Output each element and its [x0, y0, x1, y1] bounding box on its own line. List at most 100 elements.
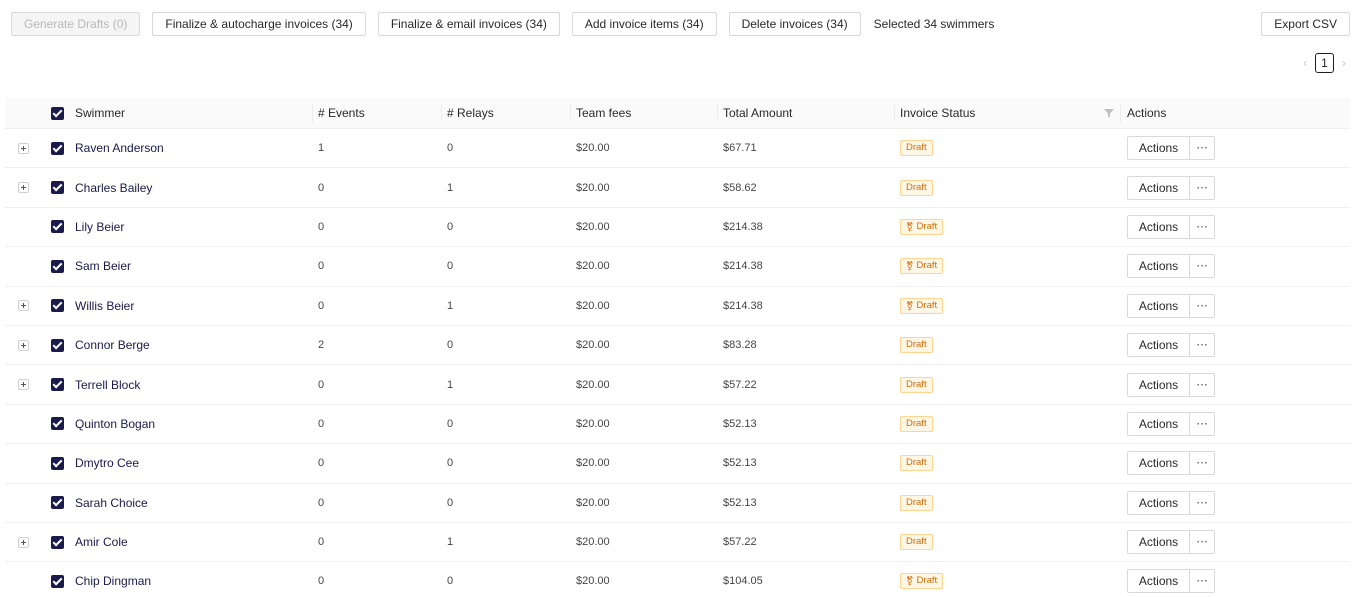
table-row[interactable]: Connor Berge 2 0 $20.00 $83.28 Draft Actions ··…	[5, 326, 1350, 366]
more-icon[interactable]: ···	[1190, 136, 1215, 161]
select-all-checkbox[interactable]	[51, 98, 64, 128]
relays-count: 1	[447, 181, 454, 194]
actions-button[interactable]: Actions	[1127, 136, 1190, 161]
row-checkbox[interactable]	[51, 287, 64, 325]
more-icon[interactable]: ···	[1190, 490, 1215, 515]
next-page-icon[interactable]: ›	[1339, 56, 1349, 70]
plus-square-icon[interactable]	[18, 142, 29, 154]
more-icon[interactable]: ···	[1190, 569, 1215, 594]
swimmer-name[interactable]: Terrell Block	[75, 365, 140, 403]
team-fees: $20.00	[576, 378, 610, 391]
more-icon[interactable]: ···	[1190, 293, 1215, 318]
more-icon[interactable]: ···	[1190, 372, 1215, 397]
table-row[interactable]: Sarah Choice 0 0 $20.00 $52.13 Draft Actions ··…	[5, 484, 1350, 523]
row-actions: Actions ···	[1127, 365, 1215, 403]
column-team-fees[interactable]: Team fees	[576, 98, 631, 128]
expand-row-button[interactable]	[18, 523, 29, 561]
actions-button[interactable]: Actions	[1127, 451, 1190, 476]
row-checkbox[interactable]	[51, 523, 64, 561]
generate-drafts-button[interactable]: Generate Drafts (0)	[11, 12, 141, 36]
more-icon[interactable]: ···	[1190, 254, 1215, 279]
finalize-autocharge-button[interactable]: Finalize & autocharge invoices (34)	[152, 12, 366, 36]
table-row[interactable]: Lily Beier 0 0 $20.00 $214.38 ⚧ Draft Actions ··…	[5, 208, 1350, 248]
actions-button[interactable]: Actions	[1127, 254, 1190, 279]
expand-row-button[interactable]	[18, 365, 29, 403]
swimmer-name[interactable]: Raven Anderson	[75, 129, 164, 167]
expand-row-button[interactable]	[18, 287, 29, 325]
expand-row-button[interactable]	[18, 326, 29, 364]
expand-row-button[interactable]	[18, 168, 29, 206]
events-count: 0	[318, 220, 325, 233]
row-checkbox[interactable]	[51, 444, 64, 482]
swimmer-name[interactable]: Connor Berge	[75, 326, 150, 364]
table-body: Raven Anderson 1 0 $20.00 $67.71 Draft Actions…	[5, 129, 1350, 597]
filter-icon[interactable]	[1104, 108, 1114, 118]
swimmer-name[interactable]: Chip Dingman	[75, 562, 151, 597]
column-invoice-status[interactable]: Invoice Status	[900, 98, 975, 128]
row-checkbox[interactable]	[51, 562, 64, 597]
column-relays[interactable]: # Relays	[447, 98, 494, 128]
swimmer-name[interactable]: Dmytro Cee	[75, 444, 139, 482]
more-icon[interactable]: ···	[1190, 530, 1215, 555]
column-events[interactable]: # Events	[318, 98, 365, 128]
actions-button[interactable]: Actions	[1127, 490, 1190, 515]
swimmer-name[interactable]: Lily Beier	[75, 208, 124, 246]
actions-button[interactable]: Actions	[1127, 530, 1190, 555]
table-row[interactable]: Sam Beier 0 0 $20.00 $214.38 ⚧ Draft Actions ···	[5, 247, 1350, 287]
more-icon[interactable]: ···	[1190, 214, 1215, 239]
swimmer-name[interactable]: Sarah Choice	[75, 484, 148, 522]
swimmer-name[interactable]: Amir Cole	[75, 523, 128, 561]
row-checkbox[interactable]	[51, 405, 64, 443]
row-checkbox[interactable]	[51, 484, 64, 522]
actions-button[interactable]: Actions	[1127, 333, 1190, 358]
row-checkbox[interactable]	[51, 208, 64, 246]
plus-square-icon[interactable]	[18, 339, 29, 351]
plus-square-icon[interactable]	[18, 536, 29, 548]
status-label: Draft	[906, 181, 927, 193]
export-csv-button[interactable]: Export CSV	[1261, 12, 1350, 36]
actions-button[interactable]: Actions	[1127, 293, 1190, 318]
row-checkbox[interactable]	[51, 129, 64, 167]
add-invoice-items-button[interactable]: Add invoice items (34)	[571, 12, 717, 36]
column-total-amount[interactable]: Total Amount	[723, 98, 792, 128]
relays-count: 0	[447, 142, 454, 155]
actions-button[interactable]: Actions	[1127, 175, 1190, 200]
more-icon[interactable]: ···	[1190, 175, 1215, 200]
table-row[interactable]: Amir Cole 0 1 $20.00 $57.22 Draft Actions ···	[5, 523, 1350, 563]
delete-invoices-button[interactable]: Delete invoices (34)	[728, 12, 861, 36]
status-label: Draft	[906, 496, 927, 508]
table-row[interactable]: Charles Bailey 0 1 $20.00 $58.62 Draft Actions…	[5, 168, 1350, 208]
invoice-status: ⚧ Draft	[900, 562, 944, 597]
more-icon[interactable]: ···	[1190, 411, 1215, 436]
table-row[interactable]: Dmytro Cee 0 0 $20.00 $52.13 Draft Actions ···	[5, 444, 1350, 484]
user-icon: ⚧	[906, 261, 914, 272]
swimmer-name[interactable]: Willis Beier	[75, 287, 134, 325]
row-checkbox[interactable]	[51, 168, 64, 206]
more-icon[interactable]: ···	[1190, 333, 1215, 358]
actions-button[interactable]: Actions	[1127, 214, 1190, 239]
status-badge: Draft	[900, 494, 933, 511]
plus-square-icon[interactable]	[18, 300, 29, 312]
swimmer-name[interactable]: Sam Beier	[75, 247, 131, 285]
table-row[interactable]: Raven Anderson 1 0 $20.00 $67.71 Draft Actions…	[5, 129, 1350, 169]
more-icon[interactable]: ···	[1190, 451, 1215, 476]
prev-page-icon[interactable]: ‹	[1300, 56, 1310, 70]
expand-row-button[interactable]	[18, 129, 29, 167]
table-row[interactable]: Terrell Block 0 1 $20.00 $57.22 Draft Actions ·…	[5, 365, 1350, 405]
actions-button[interactable]: Actions	[1127, 372, 1190, 397]
row-checkbox[interactable]	[51, 365, 64, 403]
actions-button[interactable]: Actions	[1127, 569, 1190, 594]
column-swimmer[interactable]: Swimmer	[75, 98, 125, 128]
table-row[interactable]: Quinton Bogan 0 0 $20.00 $52.13 Draft Actions ·…	[5, 405, 1350, 445]
finalize-email-button[interactable]: Finalize & email invoices (34)	[377, 12, 560, 36]
plus-square-icon[interactable]	[18, 379, 29, 391]
plus-square-icon[interactable]	[18, 182, 29, 194]
swimmer-name[interactable]: Charles Bailey	[75, 168, 152, 206]
page-number[interactable]: 1	[1315, 53, 1334, 73]
row-checkbox[interactable]	[51, 247, 64, 285]
actions-button[interactable]: Actions	[1127, 411, 1190, 436]
table-row[interactable]: Willis Beier 0 1 $20.00 $214.38 ⚧ Draft Actions…	[5, 287, 1350, 326]
swimmer-name[interactable]: Quinton Bogan	[75, 405, 155, 443]
table-row[interactable]: Chip Dingman 0 0 $20.00 $104.05 ⚧ Draft Actions…	[5, 562, 1350, 597]
row-checkbox[interactable]	[51, 326, 64, 364]
